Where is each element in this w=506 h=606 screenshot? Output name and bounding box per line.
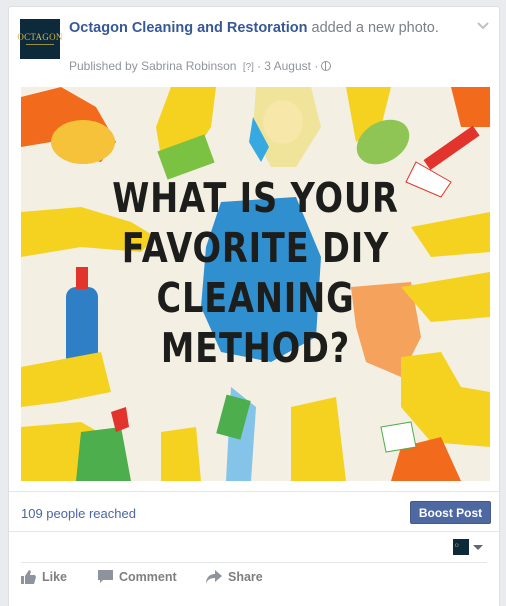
page-avatar[interactable]: OCTAGON bbox=[17, 19, 63, 59]
like-icon bbox=[21, 570, 36, 584]
post-header: Octagon Cleaning and Restoration added a… bbox=[69, 19, 464, 38]
divider bbox=[9, 531, 499, 532]
post-subtitle: Published by Sabrina Robinson [?] · 3 Aug… bbox=[69, 59, 332, 73]
divider bbox=[9, 491, 499, 492]
post-date-link[interactable]: 3 August bbox=[264, 59, 311, 73]
comment-label: Comment bbox=[119, 570, 177, 584]
globe-icon bbox=[321, 61, 332, 71]
like-button[interactable]: Like bbox=[21, 570, 67, 584]
photo-text-line-1: WHAT IS YOUR bbox=[112, 174, 399, 222]
photo-text-line-3: CLEANING bbox=[156, 274, 355, 322]
photo-text-line-4: METHOD? bbox=[160, 324, 351, 372]
published-prefix: Published by bbox=[69, 59, 138, 73]
separator-1: · bbox=[256, 59, 261, 73]
photo-text-line-2: FAVORITE DIY bbox=[121, 224, 390, 272]
post-action-text: added a new photo. bbox=[311, 20, 439, 36]
share-icon bbox=[206, 570, 222, 584]
separator-2: · bbox=[314, 59, 319, 73]
comment-button[interactable]: Comment bbox=[98, 570, 177, 584]
share-label: Share bbox=[228, 570, 263, 584]
share-button[interactable]: Share bbox=[206, 570, 263, 584]
like-label: Like bbox=[42, 570, 68, 584]
publisher-name[interactable]: Sabrina Robinson bbox=[141, 59, 236, 73]
page-name-link[interactable]: Octagon Cleaning and Restoration bbox=[69, 20, 307, 36]
comment-icon bbox=[98, 570, 113, 583]
page-identity-avatar[interactable]: O bbox=[453, 539, 469, 555]
photo-caption-text: WHAT IS YOUR FAVORITE DIY CLEANING METHO… bbox=[63, 173, 448, 373]
avatar-logo-line bbox=[26, 44, 54, 45]
caret-down-icon[interactable] bbox=[473, 545, 483, 550]
help-marker[interactable]: [?] bbox=[243, 62, 254, 73]
divider bbox=[21, 562, 487, 563]
post-photo[interactable]: WHAT IS YOUR FAVORITE DIY CLEANING METHO… bbox=[21, 87, 490, 481]
reach-link[interactable]: 109 people reached bbox=[21, 506, 136, 521]
avatar-logo-text: OCTAGON bbox=[17, 32, 63, 42]
boost-post-button[interactable]: Boost Post bbox=[410, 501, 491, 524]
post-card: OCTAGON Octagon Cleaning and Restoration… bbox=[8, 6, 500, 606]
chevron-down-icon[interactable] bbox=[477, 21, 489, 31]
